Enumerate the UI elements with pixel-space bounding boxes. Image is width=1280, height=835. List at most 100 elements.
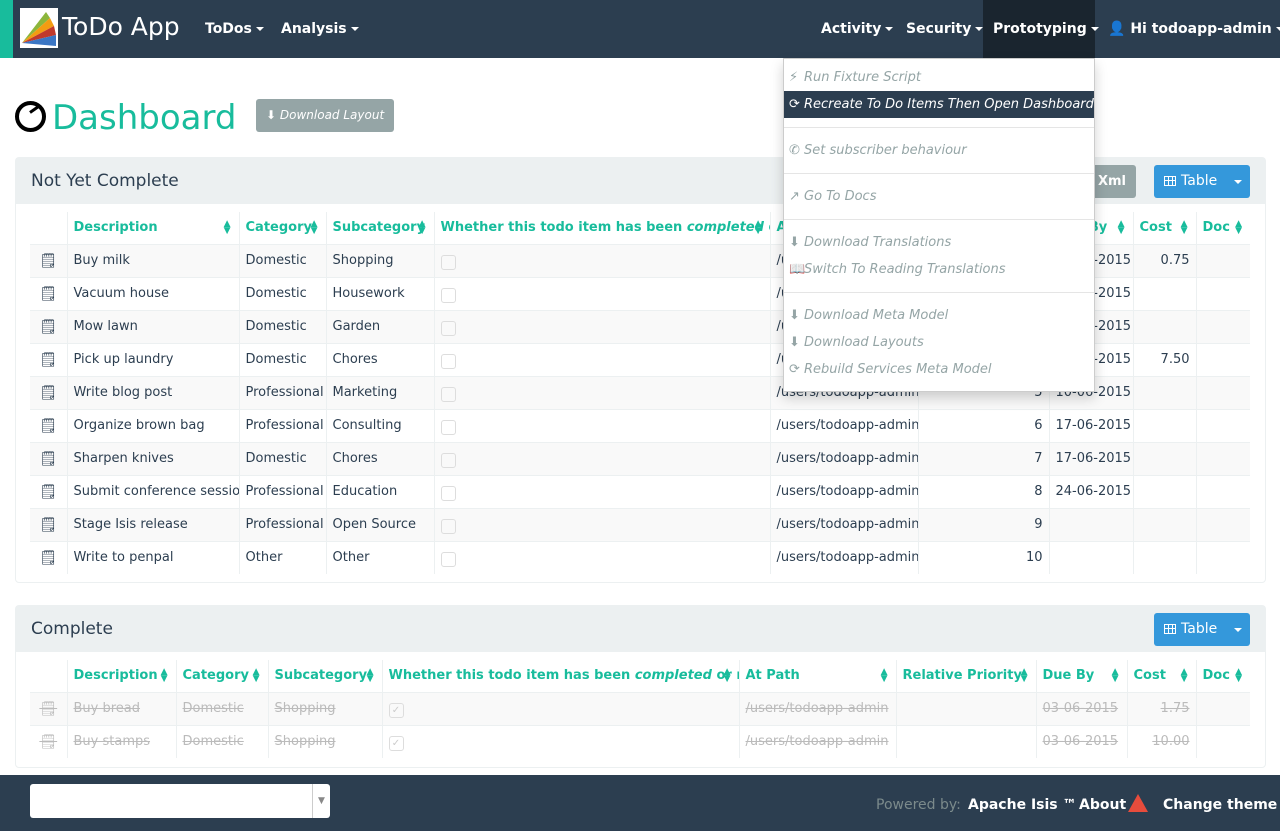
todo-item-icon[interactable]: 🗒 — [30, 276, 67, 310]
cell-description[interactable]: Write blog post — [66, 375, 239, 409]
column-header-relative-priority[interactable]: Relative Priority▲▼ — [895, 660, 1036, 692]
cell-description[interactable]: Stage Isis release — [66, 507, 239, 541]
cell-description[interactable]: Organize brown bag — [66, 408, 239, 442]
table-row[interactable]: 🗒 Submit conference session Professional Ed… — [30, 474, 1250, 508]
cell-description[interactable]: Buy bread — [66, 691, 176, 725]
completed-checkbox[interactable] — [440, 354, 456, 369]
about-link[interactable]: About — [1079, 775, 1149, 835]
column-header-subcategory[interactable]: Subcategory ▲ ▼ — [267, 660, 382, 692]
todo-item-icon[interactable]: 🗒 — [30, 408, 67, 442]
todo-item-icon[interactable]: 🗒 — [30, 724, 67, 758]
sort-icon[interactable]: ▲▼ — [755, 220, 762, 236]
completed-checkbox[interactable]: ✓ — [388, 736, 404, 752]
cell-due-by: 17-06-2015 — [1048, 441, 1133, 475]
completed-checkbox[interactable]: ✓ — [388, 703, 404, 718]
app-brand[interactable]: ToDo App — [62, 12, 180, 41]
table-row[interactable]: 🗒 Write to penpal Other Other/users/todoapp… — [30, 540, 1250, 574]
completed-checkbox[interactable] — [440, 552, 456, 568]
column-header-category[interactable]: Category ▲ ▼ — [175, 660, 268, 692]
cell-description[interactable]: Sharpen knives — [66, 441, 239, 475]
nav-prototyping[interactable]: Prototyping — [983, 0, 1099, 58]
column-header-category[interactable]: Category ▲ ▼ — [238, 212, 326, 244]
column-header-cost[interactable]: Cost ▲ ▼ — [1126, 660, 1196, 692]
todo-item-icon[interactable]: 🗒 — [30, 691, 67, 725]
column-header-due-by[interactable]: Due By ▲▼ — [1035, 660, 1127, 692]
select-arrow-icon[interactable]: ▼ — [312, 784, 330, 818]
menu-item-rebuild-services-meta-model[interactable]: ⟳ Rebuild Services Meta Model — [784, 356, 1094, 383]
todo-item-icon[interactable]: 🗒 — [30, 243, 67, 277]
table-row[interactable]: 🗒 Sharpen knives Domestic Chores/users/todo… — [30, 441, 1250, 475]
cell-description[interactable]: Buy milk — [66, 243, 239, 277]
menu-item-run-fixture-script[interactable]: ⚡ Run Fixture Script — [784, 64, 1094, 91]
column-header-description[interactable]: Description ▲ ▼ — [66, 212, 239, 244]
sort-icon[interactable]: ▲▼ — [1112, 668, 1119, 684]
column-header-at-path[interactable]: At Path ▲▼ — [738, 660, 896, 692]
todo-item-icon[interactable]: 🗒 — [30, 474, 67, 508]
completed-checkbox[interactable] — [440, 255, 456, 270]
table-row[interactable]: 🗒 Buy bread Domestic Shopping ✓ /users/todoap… — [30, 691, 1250, 725]
sort-icon[interactable]: ▲▼ — [224, 220, 231, 236]
sort-icon[interactable]: ▲▼ — [1235, 220, 1242, 236]
app-logo[interactable] — [20, 8, 58, 48]
column-header-cost[interactable]: Cost ▲ ▼ — [1132, 212, 1196, 244]
nav-security[interactable]: Security — [896, 0, 993, 58]
sort-icon[interactable]: ▲▼ — [367, 668, 374, 684]
column-header-doc[interactable]: Doc ▲ ▼ — [1195, 660, 1250, 692]
sort-icon[interactable]: ▲▼ — [1181, 668, 1188, 684]
cell-description[interactable]: Pick up laundry — [66, 342, 239, 376]
sort-icon[interactable]: ▲▼ — [1118, 220, 1125, 236]
menu-item-go-to-docs[interactable]: ↗ Go To Docs — [784, 183, 1094, 210]
todo-item-icon[interactable]: 🗒 — [30, 309, 67, 343]
todo-item-icon[interactable]: 🗒 — [30, 507, 67, 541]
todo-item-icon[interactable]: 🗒 — [30, 342, 67, 376]
download-layout-button[interactable]: ⬇ Download Layout — [256, 99, 395, 132]
cell-description[interactable]: Write to penpal — [66, 540, 239, 574]
table-row[interactable]: 🗒 Organize brown bag Professional Consultin… — [30, 408, 1250, 442]
cell-description[interactable]: Submit conference session — [66, 474, 239, 508]
column-header-subcategory[interactable]: Subcategory ▲ ▼ — [325, 212, 434, 244]
menu-item-download-meta-model[interactable]: ⬇ Download Meta Model — [784, 302, 1094, 329]
column-header-completed[interactable]: Whether this todo item has been complete… — [381, 660, 739, 692]
completed-checkbox[interactable] — [440, 453, 456, 468]
menu-item-download-translations[interactable]: ⬇ Download Translations — [784, 229, 1094, 256]
sort-icon[interactable]: ▲▼ — [1181, 220, 1188, 236]
sort-icon[interactable]: ▲▼ — [1235, 668, 1242, 684]
completed-checkbox[interactable] — [440, 321, 456, 336]
sort-icon[interactable]: ▲▼ — [311, 220, 318, 236]
nav-user[interactable]: 👤 Hi todoapp-admin — [1098, 0, 1280, 58]
view-table-button[interactable]: Table — [1154, 165, 1250, 198]
column-header-completed[interactable]: Whether this todo item has been complete… — [433, 212, 770, 244]
view-table-button[interactable]: Table — [1154, 613, 1250, 646]
column-header-doc[interactable]: Doc ▲ ▼ — [1195, 212, 1250, 244]
table-row[interactable]: 🗒 Buy stamps Domestic Shopping ✓ /users/todoa… — [30, 724, 1250, 758]
sort-icon[interactable]: ▲▼ — [881, 668, 888, 684]
cell-description[interactable]: Mow lawn — [66, 309, 239, 343]
nav-todos[interactable]: ToDos — [195, 0, 274, 58]
nav-activity[interactable]: Activity — [811, 0, 903, 58]
sort-icon[interactable]: ▲▼ — [253, 668, 260, 684]
change-theme-link[interactable]: Change theme — [1163, 775, 1280, 835]
completed-checkbox[interactable] — [440, 420, 456, 435]
completed-checkbox[interactable] — [440, 519, 456, 534]
cell-description[interactable]: Vacuum house — [66, 276, 239, 310]
column-header-description[interactable]: Description ▲ ▼ — [66, 660, 176, 692]
sort-icon[interactable]: ▲▼ — [724, 668, 731, 684]
todo-item-icon[interactable]: 🗒 — [30, 441, 67, 475]
menu-item-set-subscriber-behaviour[interactable]: ✆ Set subscriber behaviour — [784, 137, 1094, 164]
cell-description[interactable]: Buy stamps — [66, 724, 176, 758]
menu-item-switch-to-reading-translations[interactable]: 📖Switch To Reading Translations — [784, 256, 1094, 283]
todo-item-icon[interactable]: 🗒 — [30, 375, 67, 409]
completed-checkbox[interactable] — [440, 288, 456, 303]
menu-item-download-layouts[interactable]: ⬇ Download Layouts — [784, 329, 1094, 356]
sort-icon[interactable]: ▲▼ — [419, 220, 426, 236]
table-row[interactable]: 🗒 Stage Isis release Professional Open Sour… — [30, 507, 1250, 541]
sort-icon[interactable]: ▲▼ — [161, 668, 168, 684]
completed-checkbox[interactable] — [440, 486, 456, 501]
apache-isis-link[interactable]: Apache Isis ™ — [968, 775, 1077, 835]
todo-item-icon[interactable]: 🗒 — [30, 540, 67, 574]
sort-icon[interactable]: ▲▼ — [1021, 668, 1028, 684]
menu-item-recreate-to-do-items-then-open-dashboard[interactable]: ⟳ Recreate To Do Items Then Open Dashboar… — [784, 91, 1094, 118]
nav-analysis[interactable]: Analysis — [271, 0, 369, 58]
completed-checkbox[interactable] — [440, 387, 456, 402]
footer-select[interactable]: ▼ — [30, 784, 330, 818]
